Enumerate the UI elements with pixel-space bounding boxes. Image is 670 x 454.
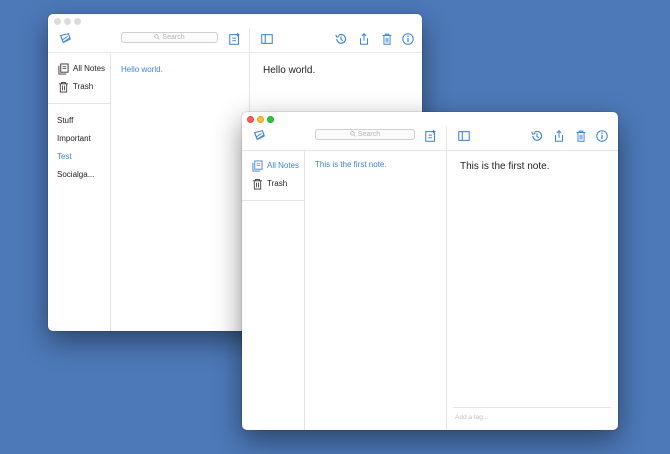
title-bar	[242, 112, 618, 126]
sidebar-divider	[304, 151, 305, 430]
sidebar-divider	[110, 54, 111, 331]
search-field[interactable]: Search	[315, 129, 415, 140]
sidebar-section-divider	[242, 200, 304, 201]
nav-all-notes-label: All Notes	[73, 64, 106, 73]
notelist-divider	[446, 151, 447, 430]
tag-bar-divider	[453, 407, 611, 408]
history-icon[interactable]	[334, 32, 348, 46]
search-placeholder: Search	[162, 34, 185, 41]
new-note-icon[interactable]	[424, 129, 438, 143]
share-icon[interactable]	[552, 129, 566, 143]
share-icon[interactable]	[357, 32, 371, 46]
search-icon	[154, 34, 161, 40]
notes-stack-icon	[58, 63, 69, 75]
history-icon[interactable]	[530, 129, 544, 143]
close-button[interactable]	[54, 18, 61, 25]
toolbar-divider	[249, 28, 250, 52]
info-icon[interactable]	[401, 32, 415, 46]
zoom-button[interactable]	[267, 116, 274, 123]
front-window[interactable]: Search All Notes Trash This is the first…	[242, 112, 618, 430]
sidebar-section-divider	[48, 103, 110, 104]
add-tag-input[interactable]: Add a tag...	[455, 414, 488, 422]
toolbar: Search	[48, 28, 422, 53]
notes-stack-icon	[252, 160, 263, 172]
zoom-button[interactable]	[74, 18, 81, 25]
search-field[interactable]: Search	[121, 32, 218, 43]
nav-trash-label: Trash	[267, 179, 288, 188]
trash-icon	[252, 178, 263, 190]
tag-item-selected[interactable]: Test	[57, 152, 107, 162]
close-button[interactable]	[247, 116, 254, 123]
toolbar: Search	[242, 126, 618, 151]
new-note-icon[interactable]	[228, 32, 242, 46]
trash-icon[interactable]	[574, 129, 588, 143]
toolbar-divider	[446, 126, 447, 150]
search-placeholder: Search	[357, 131, 381, 138]
note-editor[interactable]: This is the first note.	[460, 160, 549, 173]
search-icon	[350, 131, 356, 137]
trash-icon[interactable]	[380, 32, 394, 46]
tag-item[interactable]: Socialga...	[57, 170, 107, 180]
note-list-item[interactable]: Hello world.	[121, 65, 163, 75]
simplenote-logo-icon[interactable]	[252, 129, 266, 143]
note-editor[interactable]: Hello world.	[263, 64, 315, 77]
simplenote-logo-icon[interactable]	[58, 32, 72, 46]
title-bar	[48, 14, 422, 28]
info-icon[interactable]	[595, 129, 609, 143]
minimize-button[interactable]	[64, 18, 71, 25]
note-list-item[interactable]: This is the first note.	[315, 160, 387, 170]
nav-all-notes-label: All Notes	[267, 161, 300, 170]
trash-icon	[58, 81, 69, 93]
sidebar-toggle-icon[interactable]	[457, 129, 471, 143]
tag-item[interactable]: Important	[57, 134, 107, 144]
nav-trash-label: Trash	[73, 82, 94, 91]
tag-item[interactable]: Stuff	[57, 116, 107, 126]
minimize-button[interactable]	[257, 116, 264, 123]
sidebar-toggle-icon[interactable]	[260, 32, 274, 46]
